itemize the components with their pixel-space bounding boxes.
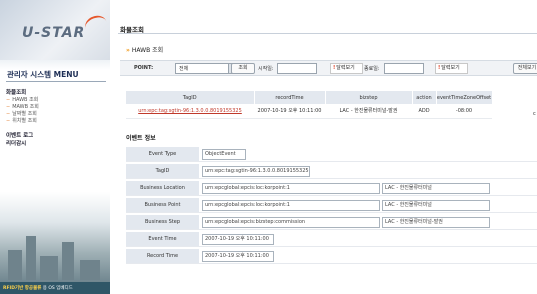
tagid-field[interactable]: urn:epc:tag:sgtin-96:1.3.0.0.8019155325: [202, 166, 310, 177]
title-divider: [118, 33, 537, 34]
event-time-field[interactable]: 2007-10-19 오후 10:11:00: [202, 234, 274, 245]
detail-row-tagid: TagID urn:epc:tag:sgtin-96:1.3.0.0.80191…: [126, 164, 537, 179]
building-shape: [8, 250, 22, 280]
menu-item-hawb[interactable]: − HAWB 조회: [6, 96, 38, 103]
building-shape: [40, 256, 58, 280]
table-row[interactable]: urn:epc:tag:sgtin-96:1.3.0.0.8019155325 …: [126, 104, 492, 119]
business-step-field[interactable]: urn:epcglobal:epcis:bizstep:commission: [202, 217, 380, 228]
detail-row-event-time: Event Time 2007-10-19 오후 10:11:00: [126, 232, 537, 247]
calendar-mark-icon: !: [438, 65, 441, 71]
menu-item-label: 위치별 조회: [12, 118, 37, 124]
table-header-row: TagID recordTime bizstep action eventTim…: [126, 91, 493, 104]
event-info-title: 이벤트 정보: [126, 135, 156, 142]
menu-section-reader-monitor[interactable]: 리더감시: [6, 139, 26, 147]
search-button[interactable]: 조회: [231, 63, 255, 74]
cell-action: ADD: [412, 104, 436, 119]
start-calendar-label: 달력보기: [336, 65, 355, 71]
menu-section-event-log[interactable]: 이벤트 로그: [6, 131, 33, 139]
tagid-link[interactable]: urn:epc:tag:sgtin-96:1.3.0.0.8019155325: [126, 104, 254, 119]
footer-text: 용 OS 임베디드: [42, 286, 73, 291]
start-date-input[interactable]: [277, 63, 317, 74]
event-type-field[interactable]: ObjectEvent: [202, 149, 246, 160]
sidebar-photo: [0, 192, 110, 294]
business-location-field[interactable]: urn:epcglobal:epcis:loc:korpoint:1: [202, 183, 380, 194]
sidebar: U-STAR 관리자 시스템 MENU 화물조회 − HAWB 조회 − MAWB …: [0, 0, 110, 294]
double-arrow-icon: »: [126, 47, 130, 54]
end-calendar-label: 달력보기: [441, 65, 460, 71]
cell-bizstep: LAC - 한진물류터미널-발권: [325, 104, 412, 119]
business-step-name-field[interactable]: LAC - 한진물류터미널-발권: [382, 217, 490, 228]
menu-item-date[interactable]: − 날짜별 조회: [6, 110, 37, 117]
sidebar-footer: RFID기반 항공물류 용 OS 임베디드: [0, 282, 110, 294]
end-date-label: 종료일:: [364, 66, 380, 72]
filter-bar: POINT: 전체 ▼ 조회 시작일: !달력보기 종료일: !달력보기 전체보…: [120, 60, 537, 76]
business-point-name-field[interactable]: LAC - 한진물류터미널: [382, 200, 490, 211]
view-all-button[interactable]: 전체보기: [513, 63, 537, 74]
building-shape: [26, 236, 36, 280]
start-date-label: 시작일:: [258, 66, 274, 72]
detail-label: Event Time: [126, 232, 199, 246]
app-logo: U-STAR: [22, 25, 86, 41]
building-shape: [62, 242, 74, 280]
dash-icon: −: [6, 118, 11, 124]
detail-label: Business Step: [126, 215, 199, 229]
detail-label: TagID: [126, 164, 199, 178]
cell-recordtime: 2007-10-19 오후 10:11:00: [254, 104, 325, 119]
menu-item-location[interactable]: − 위치별 조회: [6, 117, 37, 124]
detail-row-event-type: Event Type ObjectEvent: [126, 147, 537, 162]
menu-section-cargo[interactable]: 화물조회: [6, 88, 26, 96]
point-select-value: 전체: [179, 66, 189, 72]
menu-item-mawb[interactable]: − MAWB 조회: [6, 103, 39, 110]
footer-highlight: RFID기반 항공물류: [3, 286, 42, 291]
building-shape: [80, 260, 100, 280]
record-time-field[interactable]: 2007-10-19 오후 10:11:00: [202, 251, 274, 262]
truncated-cell: c: [533, 111, 536, 117]
col-recordtime: recordTime: [254, 91, 326, 104]
detail-label: Business Point: [126, 198, 199, 212]
start-calendar-button[interactable]: !달력보기: [330, 63, 363, 74]
point-select[interactable]: 전체 ▼: [175, 63, 239, 74]
col-tagid: TagID: [126, 91, 255, 104]
hawb-table: TagID recordTime bizstep action eventTim…: [126, 91, 493, 119]
detail-row-business-location: Business Location urn:epcglobal:epcis:lo…: [126, 181, 537, 196]
section-title-text: HAWB 조회: [131, 47, 164, 54]
business-location-name-field[interactable]: LAC - 한진물류터미널: [382, 183, 490, 194]
top-bar: [110, 0, 537, 16]
business-point-field[interactable]: urn:epcglobal:epcis:loc:korpoint:1: [202, 200, 380, 211]
detail-row-business-point: Business Point urn:epcglobal:epcis:loc:k…: [126, 198, 537, 213]
detail-label: Event Type: [126, 147, 199, 161]
end-date-input[interactable]: [384, 63, 424, 74]
menu-title: 관리자 시스템 MENU: [6, 66, 106, 82]
col-action: action: [412, 91, 437, 104]
calendar-mark-icon: !: [333, 65, 336, 71]
detail-row-business-step: Business Step urn:epcglobal:epcis:bizste…: [126, 215, 537, 230]
detail-label: Record Time: [126, 249, 199, 263]
cell-timezone: -08:00: [436, 104, 492, 119]
col-timezone: eventTimeZoneOffset: [436, 91, 493, 104]
detail-label: Business Location: [126, 181, 199, 195]
section-title: » HAWB 조회: [126, 45, 163, 54]
point-label: POINT:: [134, 65, 154, 71]
col-bizstep: bizstep: [325, 91, 413, 104]
end-calendar-button[interactable]: !달력보기: [435, 63, 468, 74]
detail-row-record-time: Record Time 2007-10-19 오후 10:11:00: [126, 249, 537, 264]
